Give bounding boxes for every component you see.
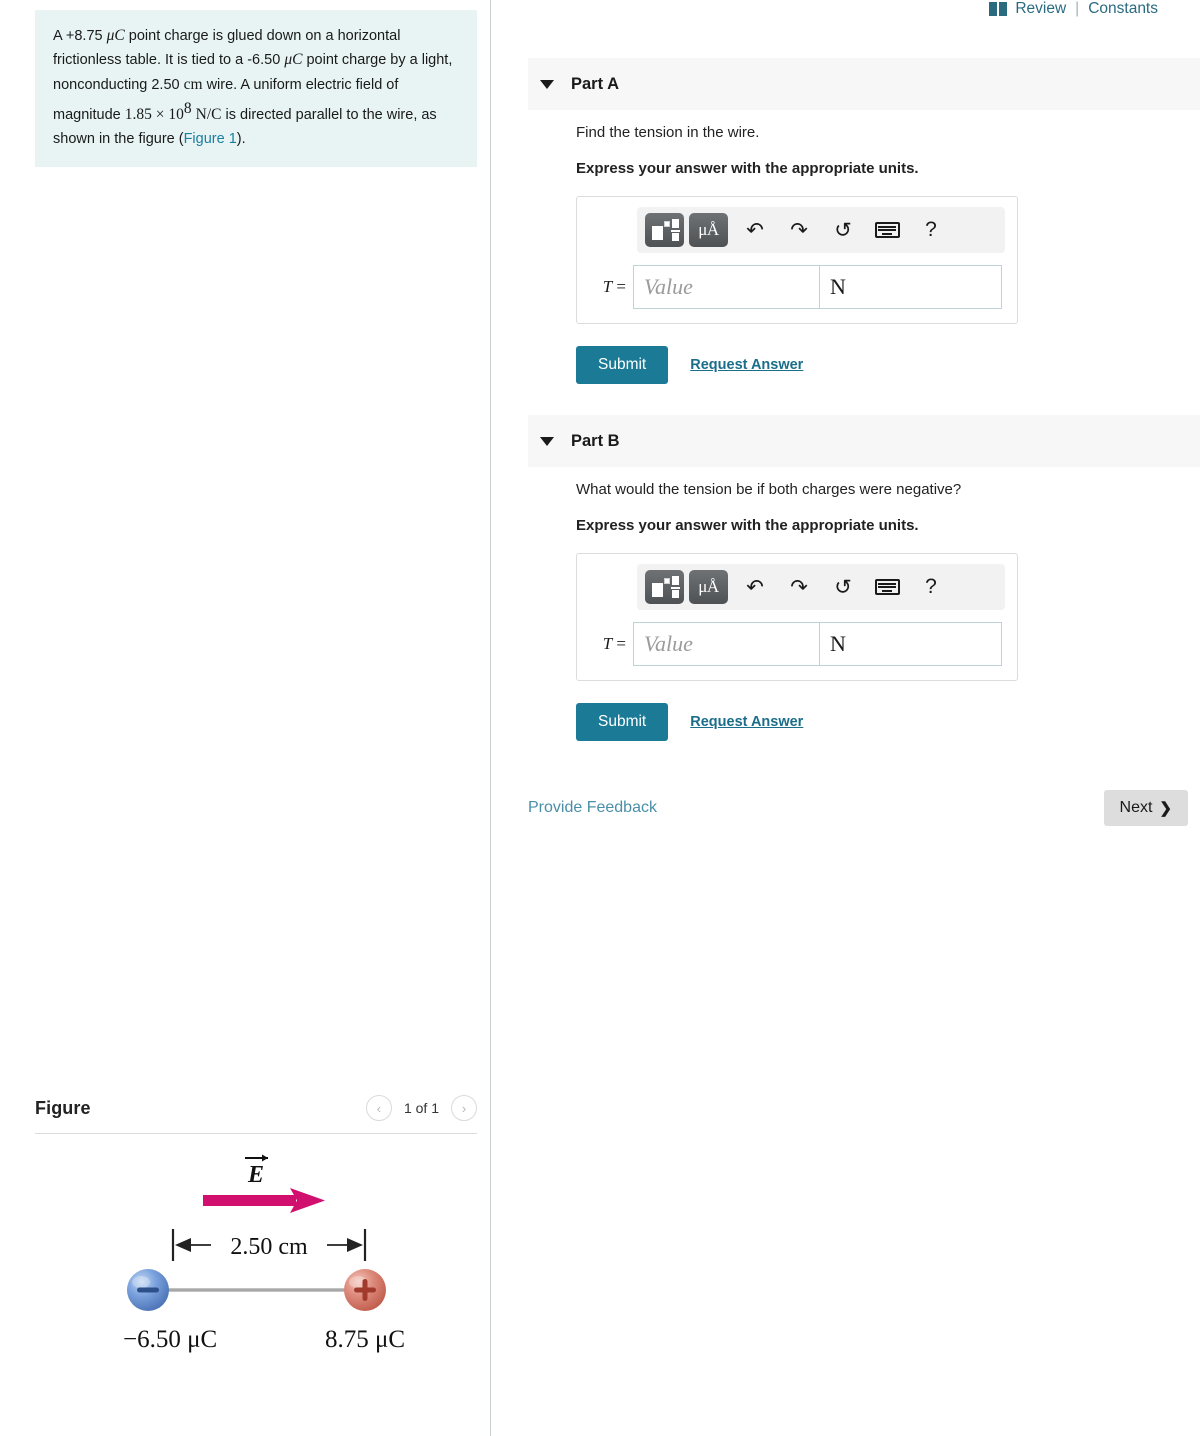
part-a-input-row: T = Value N: [589, 265, 1005, 309]
left-column: A +8.75 μC point charge is glued down on…: [0, 0, 490, 1436]
collapse-caret-icon-a[interactable]: [540, 79, 554, 89]
problem-field-units: N/C: [195, 106, 222, 124]
negative-charge: [127, 1269, 169, 1311]
part-a-answer-label: T =: [589, 277, 633, 297]
units-button-label: μÅ: [698, 577, 719, 596]
part-a-toolbar: μÅ ↶ ↷ ↺ ?: [637, 207, 1005, 253]
units-button[interactable]: μÅ: [689, 570, 728, 604]
part-a-actions: Submit Request Answer: [576, 346, 1200, 384]
wire: [149, 1288, 355, 1292]
distance-dimension: 2.50 cm: [171, 1229, 367, 1261]
part-a-body: Find the tension in the wire. Express yo…: [491, 124, 1200, 384]
part-b-header[interactable]: Part B: [528, 415, 1200, 467]
part-a-equals: =: [616, 277, 626, 296]
part-b-submit-button[interactable]: Submit: [576, 703, 669, 741]
figure-counter: 1 of 1: [403, 1100, 439, 1116]
math-template-icon[interactable]: [645, 213, 684, 247]
figure-diagram: E 2.50 cm −6.50 μC 8.75 μC: [35, 1134, 477, 1434]
problem-field-magnitude: 1.85 × 10: [124, 106, 184, 124]
redo-icon[interactable]: ↷: [777, 570, 821, 604]
chevron-right-icon: ›: [461, 1100, 467, 1116]
figure-prev-button[interactable]: ‹: [365, 1095, 392, 1121]
part-a-instruction: Express your answer with the appropriate…: [576, 160, 919, 177]
part-b-var: T: [602, 634, 613, 653]
reset-icon[interactable]: ↺: [821, 570, 865, 604]
provide-feedback-link[interactable]: Provide Feedback: [528, 799, 657, 817]
problem-unit-muc-1: μC: [106, 27, 125, 44]
part-b-value-placeholder: Value: [644, 631, 693, 656]
help-icon[interactable]: ?: [909, 570, 953, 604]
review-separator: |: [1075, 0, 1080, 17]
problem-unit-muc-2: μC: [284, 51, 303, 69]
review-constants-bar: Review | Constants: [989, 0, 1158, 18]
negative-charge-label: −6.50 μC: [123, 1326, 217, 1353]
part-b-question: What would the tension be if both charge…: [576, 481, 962, 498]
right-column: Review | Constants Part A Find the tensi…: [491, 0, 1200, 1436]
part-b-equals: =: [616, 634, 626, 653]
figure-1-link[interactable]: Figure 1: [184, 131, 237, 147]
positive-charge: [344, 1269, 386, 1311]
part-a-var: T: [602, 277, 613, 296]
distance-label: 2.50 cm: [230, 1234, 308, 1260]
next-button-label: Next: [1119, 799, 1153, 816]
part-b-toolbar: μÅ ↶ ↷ ↺ ?: [637, 564, 1005, 610]
part-b-actions: Submit Request Answer: [576, 703, 1200, 741]
math-template-icon[interactable]: [645, 570, 684, 604]
efield-label: E: [247, 1162, 264, 1188]
units-button[interactable]: μÅ: [689, 213, 728, 247]
reset-icon[interactable]: ↺: [821, 213, 865, 247]
undo-icon[interactable]: ↶: [733, 213, 777, 247]
collapse-caret-icon-b[interactable]: [540, 436, 554, 446]
part-a-unit-value: N: [830, 274, 846, 299]
part-b-input-row: T = Value N: [589, 622, 1005, 666]
footer-row: Provide Feedback Next ❯: [491, 790, 1200, 826]
problem-unit-cm: cm: [183, 75, 203, 93]
problem-text-1: A +8.75: [53, 28, 107, 44]
chevron-left-icon: ‹: [376, 1100, 382, 1116]
units-button-label: μÅ: [698, 220, 719, 239]
figure-header: Figure ‹ 1 of 1 ›: [35, 1095, 477, 1134]
figure-panel: Figure ‹ 1 of 1 › E 2.50 cm −6.50 μC 8.7…: [35, 1095, 477, 1434]
figure-next-button[interactable]: ›: [451, 1095, 477, 1121]
next-button[interactable]: Next ❯: [1103, 790, 1188, 826]
problem-statement: A +8.75 μC point charge is glued down on…: [35, 10, 477, 167]
part-b-instruction: Express your answer with the appropriate…: [576, 517, 919, 534]
problem-text-6: ).: [236, 130, 246, 147]
undo-icon[interactable]: ↶: [733, 570, 777, 604]
keyboard-icon[interactable]: [865, 213, 909, 247]
part-a-question: Find the tension in the wire.: [576, 124, 760, 141]
part-a-submit-button[interactable]: Submit: [576, 346, 669, 384]
keyboard-icon[interactable]: [865, 570, 909, 604]
chevron-right-icon: ❯: [1159, 800, 1172, 817]
help-icon[interactable]: ?: [909, 213, 953, 247]
efield-vector-arrowhead: [262, 1154, 268, 1162]
part-a-request-answer-link[interactable]: Request Answer: [690, 357, 803, 373]
part-a-unit-input[interactable]: N: [819, 265, 1002, 309]
page-root: A +8.75 μC point charge is glued down on…: [0, 0, 1200, 1436]
part-a-value-input[interactable]: Value: [633, 265, 820, 309]
part-b-unit-input[interactable]: N: [819, 622, 1002, 666]
redo-icon[interactable]: ↷: [777, 213, 821, 247]
charge-diagram-svg: E 2.50 cm −6.50 μC 8.75 μC: [123, 1154, 405, 1353]
part-a-title: Part A: [571, 74, 619, 93]
part-b-value-input[interactable]: Value: [633, 622, 820, 666]
figure-navigation: ‹ 1 of 1 ›: [365, 1095, 477, 1121]
constants-link[interactable]: Constants: [1088, 0, 1158, 18]
part-b-body: What would the tension be if both charge…: [491, 481, 1200, 741]
part-b-unit-value: N: [830, 631, 846, 656]
figure-title: Figure: [35, 1097, 91, 1118]
part-a-answer-box: μÅ ↶ ↷ ↺ ? T = Value N: [576, 196, 1018, 324]
part-b-request-answer-link[interactable]: Request Answer: [690, 714, 803, 730]
part-b-title: Part B: [571, 431, 620, 450]
part-a-header[interactable]: Part A: [528, 58, 1200, 110]
efield-arrow: [203, 1188, 325, 1213]
review-link[interactable]: Review: [1015, 0, 1066, 18]
part-b-answer-box: μÅ ↶ ↷ ↺ ? T = Value N: [576, 553, 1018, 681]
part-b-answer-label: T =: [589, 634, 633, 654]
positive-charge-label: 8.75 μC: [325, 1326, 405, 1353]
problem-field-exponent: 8: [183, 100, 192, 118]
part-a-value-placeholder: Value: [644, 274, 693, 299]
book-icon: [989, 2, 1008, 16]
